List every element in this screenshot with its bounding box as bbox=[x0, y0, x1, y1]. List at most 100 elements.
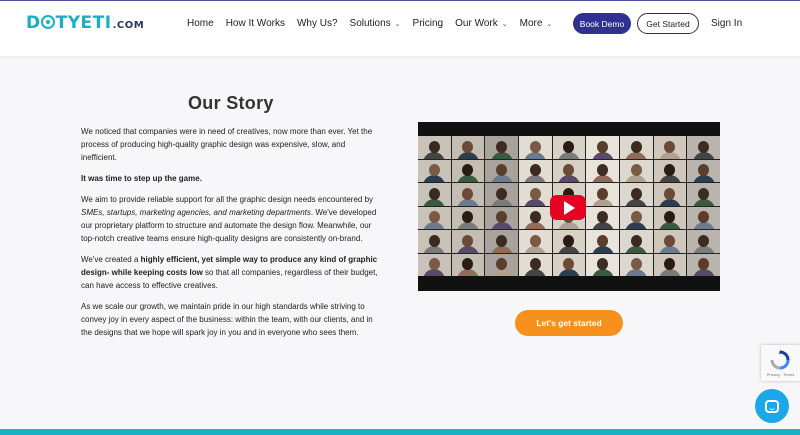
dotyeti-logo[interactable]: D TYETI .COM bbox=[26, 13, 144, 33]
participant-body bbox=[524, 222, 547, 229]
video-participant-tile bbox=[485, 253, 518, 276]
logo-text-tyeti: TYETI bbox=[55, 13, 112, 33]
video-participant-tile bbox=[620, 136, 653, 159]
nav-label: Pricing bbox=[412, 18, 444, 29]
participant-body bbox=[524, 175, 547, 182]
video-participant-tile bbox=[418, 253, 451, 276]
play-icon[interactable] bbox=[550, 195, 586, 220]
story-paragraph-5: As we scale our growth, we maintain prid… bbox=[81, 302, 373, 337]
story-paragraph-4: We've created a highly efficient, yet si… bbox=[81, 253, 381, 292]
participant-body bbox=[423, 222, 446, 229]
participant-head bbox=[630, 140, 642, 153]
video-participant-tile bbox=[586, 230, 619, 253]
participant-head bbox=[462, 140, 474, 153]
video-participant-tile bbox=[451, 159, 485, 182]
nav-label: Home bbox=[187, 18, 214, 29]
participant-head bbox=[428, 211, 440, 224]
video-participant-tile bbox=[653, 159, 687, 182]
participant-head bbox=[563, 234, 575, 247]
participant-head bbox=[563, 164, 575, 177]
site-header: D TYETI .COM Home How It Works Why Us? Sol… bbox=[0, 0, 800, 56]
video-participant-tile bbox=[451, 136, 485, 159]
nav-label: Solutions bbox=[349, 18, 391, 29]
video-participant-tile bbox=[519, 206, 552, 229]
participant-body bbox=[591, 222, 614, 229]
video-participant-tile bbox=[418, 159, 451, 182]
nav-how-it-works[interactable]: How It Works bbox=[226, 18, 285, 29]
video-participant-tile bbox=[653, 136, 687, 159]
chevron-down-icon: ⌄ bbox=[394, 20, 401, 28]
participant-body bbox=[692, 222, 715, 229]
footer-accent-bar bbox=[0, 429, 800, 435]
nav-why-us[interactable]: Why Us? bbox=[297, 18, 338, 29]
participant-body bbox=[456, 175, 479, 182]
video-participant-tile bbox=[485, 230, 518, 253]
story-paragraph-2: It was time to step up the game. bbox=[81, 172, 381, 185]
nav-home[interactable]: Home bbox=[187, 18, 214, 29]
participant-body bbox=[557, 269, 580, 276]
participant-body bbox=[625, 269, 648, 276]
video-participant-tile bbox=[620, 230, 653, 253]
nav-pricing[interactable]: Pricing bbox=[413, 18, 444, 29]
participant-head bbox=[630, 258, 642, 271]
get-started-button[interactable]: Get Started bbox=[637, 13, 699, 34]
participant-body bbox=[423, 175, 446, 182]
video-participant-tile bbox=[485, 136, 518, 159]
participant-head bbox=[496, 234, 508, 247]
recaptcha-badge[interactable]: Privacy - Terms bbox=[761, 345, 800, 381]
participant-head bbox=[529, 187, 541, 200]
video-participant-tile bbox=[653, 183, 687, 206]
story-emphasis: It was time to step up the game. bbox=[81, 174, 202, 183]
video-participant-tile bbox=[519, 183, 552, 206]
participant-head bbox=[630, 164, 642, 177]
participant-body bbox=[423, 269, 446, 276]
participant-head bbox=[462, 258, 474, 271]
nav-more[interactable]: More ⌄ bbox=[520, 18, 553, 29]
nav-solutions[interactable]: Solutions ⌄ bbox=[350, 18, 401, 29]
video-participant-tile bbox=[586, 136, 619, 159]
video-participant-tile bbox=[620, 159, 653, 182]
video-participant-tile bbox=[653, 253, 687, 276]
video-participant-tile bbox=[586, 206, 619, 229]
participant-head bbox=[428, 187, 440, 200]
video-participant-tile bbox=[653, 230, 687, 253]
participant-head bbox=[462, 187, 474, 200]
participant-body bbox=[524, 269, 547, 276]
participant-head bbox=[630, 211, 642, 224]
page-title: Our Story bbox=[188, 93, 274, 113]
participant-head bbox=[698, 234, 710, 247]
lets-get-started-button[interactable]: Let's get started bbox=[515, 310, 623, 336]
video-participant-tile bbox=[418, 136, 451, 159]
participant-head bbox=[529, 234, 541, 247]
video-participant-tile bbox=[552, 136, 586, 159]
video-participant-tile bbox=[687, 230, 720, 253]
book-demo-button[interactable]: Book Demo bbox=[573, 13, 631, 34]
chat-widget-button[interactable] bbox=[755, 389, 789, 423]
video-participant-tile bbox=[586, 159, 619, 182]
video-participant-tile bbox=[519, 159, 552, 182]
text-run: We aim to provide reliable support for a… bbox=[81, 195, 374, 204]
nav-our-work[interactable]: Our Work ⌄ bbox=[455, 18, 507, 29]
video-participant-tile bbox=[451, 183, 485, 206]
participant-head bbox=[462, 164, 474, 177]
participant-head bbox=[597, 140, 609, 153]
logo-text-d: D bbox=[26, 13, 41, 33]
participant-head bbox=[563, 258, 575, 271]
participant-head bbox=[462, 211, 474, 224]
sign-in-link[interactable]: Sign In bbox=[711, 18, 742, 29]
participant-head bbox=[664, 164, 676, 177]
participant-head bbox=[529, 140, 541, 153]
video-participant-tile bbox=[418, 183, 451, 206]
participant-body bbox=[591, 175, 614, 182]
participant-body bbox=[658, 175, 681, 182]
participant-head bbox=[529, 258, 541, 271]
participant-body bbox=[490, 175, 513, 182]
participant-head bbox=[630, 234, 642, 247]
recaptcha-icon bbox=[770, 350, 790, 370]
video-participant-tile bbox=[552, 159, 586, 182]
team-video-player[interactable] bbox=[418, 122, 720, 291]
video-participant-tile bbox=[620, 253, 653, 276]
video-participant-tile bbox=[552, 230, 586, 253]
video-participant-tile bbox=[418, 230, 451, 253]
video-participant-tile bbox=[519, 136, 552, 159]
